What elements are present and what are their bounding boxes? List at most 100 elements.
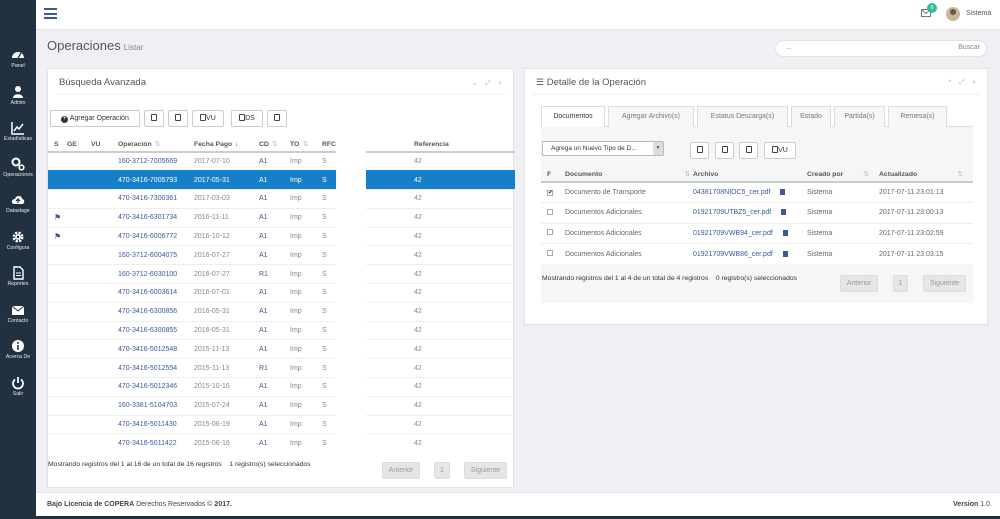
table-row[interactable]: Documentos Adicionales 01921709VWB86_cer.… (541, 243, 973, 264)
sidebar-item-contacto[interactable]: Contacto (0, 303, 36, 324)
tab-estado[interactable]: Estado (791, 106, 831, 127)
pdf-file-icon[interactable] (780, 189, 786, 195)
page-1-button[interactable]: 1 (434, 462, 450, 479)
col-f[interactable]: F (541, 167, 565, 183)
col-referencia[interactable]: Referencia (414, 137, 515, 153)
sidebar-item-admin[interactable]: Admin (0, 85, 36, 106)
vu-button[interactable]: VU (764, 142, 796, 159)
docs-table-info: Mostrando registros del 1 al 4 de un tot… (542, 275, 797, 282)
download-button[interactable] (267, 110, 287, 127)
ds-button[interactable]: DS (231, 110, 263, 127)
next-page-button[interactable]: Siguiente (464, 462, 507, 479)
vu-button[interactable]: VU (192, 110, 224, 127)
sidebar-item-acerca-de[interactable]: Acerca De (0, 339, 36, 360)
table-row[interactable]: 160-3712-6030100 2016-07-27 R1 Imp S 42 (48, 264, 515, 284)
add-operation-button[interactable]: + Agregar Operación (50, 110, 140, 127)
export-excel-button[interactable] (144, 110, 164, 127)
sidebar-item-operaciones[interactable]: Operaciones (0, 157, 36, 178)
col-to[interactable]: TO ⇅ (290, 137, 322, 153)
col-actualizado[interactable]: Actualizado ⇅ (879, 167, 973, 183)
table-row[interactable]: 470-3416-6300855 2016-05-31 A1 Imp S 42 (48, 320, 515, 340)
menu-toggle-icon[interactable] (44, 8, 57, 19)
file-cell[interactable]: 01921709VWB86_cer.pdf (693, 243, 807, 264)
table-row[interactable]: 470-3416-6003614 2016-07-01 A1 Imp S 42 (48, 283, 515, 303)
search-button[interactable]: Buscar (958, 44, 980, 51)
vu-cell (91, 339, 118, 359)
table-row[interactable]: 470-3416-7005793 2017-05-31 A1 Imp S 42 (48, 170, 515, 190)
col-archivo[interactable]: Archivo (693, 167, 807, 183)
table-row[interactable]: 160-3381-5104703 2015-07-24 A1 Imp S 42 (48, 395, 515, 416)
created-by-cell-text: Sistema (807, 229, 833, 237)
table-row[interactable]: ⚑ 470-3416-6006772 2016-10-12 A1 Imp S 42 (48, 226, 515, 246)
row-checkbox[interactable]: ✔ (547, 190, 553, 196)
user-name[interactable]: Sistema (966, 10, 991, 17)
document-type-select[interactable]: Agrega un Nuevo Tipo de D... ▼ (542, 141, 664, 156)
panel-tools[interactable]: ^ ⤢ × (948, 79, 979, 87)
export-pdf-button[interactable] (168, 110, 188, 127)
table-row[interactable]: 470-3416-5012346 2015-10-16 A1 Imp S 42 (48, 377, 515, 397)
col-documento[interactable]: Documento ⇅ (565, 167, 693, 183)
col-ge[interactable]: GE (67, 137, 91, 153)
document-cell-text: Documentos Adicionales (565, 209, 642, 217)
cd-cell: A1 (259, 301, 290, 322)
table-row[interactable]: Documentos Adicionales 01921709VWB94_cer.… (541, 222, 973, 244)
panel-tools[interactable]: ⌄ ⤢ × (472, 79, 505, 88)
sidebar-item-configura[interactable]: Configura (0, 230, 36, 251)
sidebar-item-label: Acerca De (5, 354, 31, 360)
tab-remesas[interactable]: Remesa(s) (888, 106, 947, 127)
sidebar-item-estadisticas[interactable]: Estadísticas (0, 121, 36, 142)
table-row[interactable]: 470-3416-5011422 2015-06-16 A1 Imp S 42 (48, 433, 515, 453)
pdf-file-icon[interactable] (781, 209, 787, 216)
col-s[interactable]: S (48, 137, 67, 153)
tab-agregar-archivos[interactable]: Agregar Archivo(s) (608, 106, 694, 127)
sidebar-item-salir[interactable]: Salir (0, 376, 36, 397)
pdf-file-icon[interactable] (782, 250, 788, 257)
search-input[interactable] (786, 44, 936, 51)
file-cell[interactable]: 01921709VWB94_cer.pdf (693, 222, 807, 244)
table-row[interactable]: 470-3416-6300856 2016-05-31 A1 Imp S 42 (48, 301, 515, 322)
col-operacion[interactable]: Operación ⇅ (118, 137, 194, 153)
page-1-button[interactable]: 1 (893, 275, 908, 292)
table-row[interactable]: 470-3416-5011430 2015-06-19 A1 Imp S 42 (48, 414, 515, 434)
tab-estatus-descargas[interactable]: Estatus Descarga(s) (697, 106, 788, 127)
checkbox-cell[interactable] (541, 243, 565, 264)
upload-button[interactable] (715, 142, 734, 159)
checkbox-cell[interactable] (541, 202, 565, 223)
pdf-button[interactable] (739, 142, 758, 159)
prev-page-button[interactable]: Anterior (382, 462, 420, 479)
download-all-button[interactable] (690, 142, 709, 159)
sidebar-item-panel[interactable]: Panel (0, 48, 36, 69)
file-cell[interactable]: 01921709UTBZ5_cer.pdf (693, 202, 807, 223)
company-name[interactable]: COPERA (104, 501, 134, 508)
table-row[interactable]: 470-3416-5012554 2015-11-13 R1 Imp S 42 (48, 358, 515, 378)
table-row[interactable]: ⚑ 470-3416-6301734 2016-11-11 A1 Imp S 42 (48, 207, 515, 228)
sidebar-item-datastage[interactable]: Datastage (0, 193, 36, 214)
checkbox-cell[interactable]: ✔ (541, 181, 565, 203)
tab-documentos[interactable]: Documentos (541, 106, 605, 128)
sidebar-item-reportes[interactable]: Reportes (0, 266, 36, 287)
sort-icon: ⇅ (957, 171, 963, 178)
col-cd[interactable]: CD ⇅ (259, 137, 290, 153)
date-cell: 2015-11-13 (194, 358, 259, 378)
col-creado-por[interactable]: Creado por ⇅ (807, 167, 879, 183)
table-row[interactable]: 160-3712-7005669 2017-07-10 A1 Imp S 42 (48, 151, 515, 171)
pdf-file-icon[interactable] (782, 229, 788, 236)
row-checkbox[interactable] (547, 208, 553, 215)
table-row[interactable]: ✔ Documento de Transporte 04381708NIOC5_ce… (541, 181, 973, 203)
table-row[interactable]: Documentos Adicionales 01921709UTBZ5_cer.… (541, 202, 973, 223)
table-row[interactable]: 160-3712-6004075 2016-07-27 A1 Imp S 42 (48, 245, 515, 265)
file-cell[interactable]: 04381708NIOC5_cer.pdf (693, 181, 807, 203)
flag-cell (48, 414, 67, 434)
prev-page-button[interactable]: Anterior (840, 275, 878, 292)
table-row[interactable]: 470-3416-5012548 2015-11-13 A1 Imp S 42 (48, 339, 515, 359)
col-fecha-pago[interactable]: Fecha Pago ↓ (194, 137, 259, 153)
row-checkbox[interactable] (547, 250, 553, 256)
created-by-cell-text: Sistema (807, 189, 833, 196)
table-row[interactable]: 470-3416-7300361 2017-03-03 A1 Imp S 42 (48, 189, 515, 209)
tab-partidas[interactable]: Partida(s) (834, 106, 885, 127)
avatar[interactable] (946, 7, 960, 21)
next-page-button[interactable]: Siguiente (923, 275, 966, 292)
checkbox-cell[interactable] (541, 222, 565, 244)
col-vu[interactable]: VU (91, 137, 118, 153)
row-checkbox[interactable] (547, 229, 553, 236)
